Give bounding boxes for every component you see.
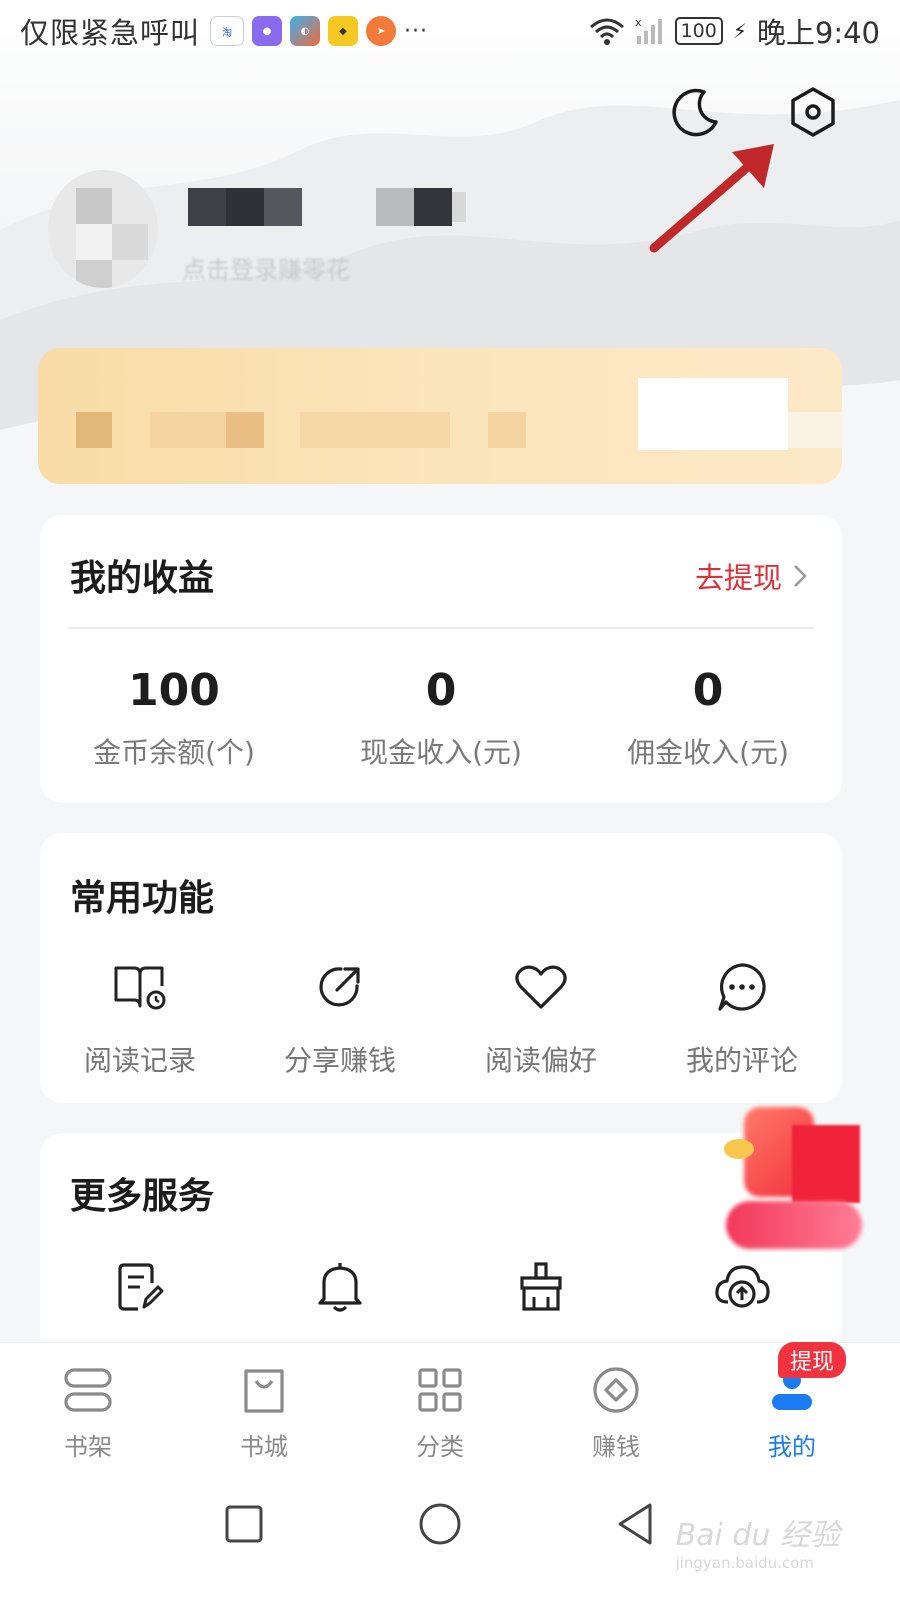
service-item[interactable]: [250, 1257, 430, 1317]
stat-value: 100: [128, 665, 220, 716]
notification-apps: 淘 ● ◐ ◆ ➤ ···: [210, 16, 428, 46]
profile-subtitle: 点击登录赚零花: [182, 256, 350, 284]
document-edit-icon: [118, 1263, 164, 1311]
func-label: 阅读偏好: [484, 1044, 597, 1077]
divider: [68, 627, 814, 629]
yellow-bird-app-icon: ◆: [328, 16, 359, 46]
chevron-right-icon: [794, 565, 807, 587]
nav-label: 书架: [64, 1433, 112, 1461]
stat-value: 0: [692, 665, 724, 716]
my-comments-button[interactable]: 我的评论: [652, 957, 832, 1079]
settings-hexagon-icon: [791, 87, 835, 137]
share-earn-button[interactable]: 分享赚钱: [250, 957, 430, 1079]
stat-label: 金币余额(个): [93, 736, 255, 769]
withdraw-label: 去提现: [694, 561, 782, 595]
stat-label: 现金收入(元): [360, 736, 522, 769]
circle-icon: [419, 1503, 461, 1545]
service-item[interactable]: [652, 1257, 832, 1317]
square-icon: [225, 1505, 263, 1543]
system-navigation-bar: Bai du 经验 jingyan.baidu.com: [0, 1472, 900, 1600]
heart-icon: [515, 965, 567, 1009]
purple-app-icon: ●: [252, 16, 283, 46]
taobao-app-icon: 淘: [210, 16, 245, 46]
withdraw-link[interactable]: 去提现: [695, 555, 808, 597]
nav-bookshelf[interactable]: 书架: [28, 1363, 148, 1462]
watermark-sub: jingyan.baidu.com: [675, 1554, 814, 1572]
username-pixelated[interactable]: [188, 188, 478, 228]
common-functions-card: 常用功能 阅读记录 分享赚钱 阅读偏好 我的评论: [40, 833, 842, 1103]
signal-icon: x: [635, 16, 662, 44]
category-grid-icon: [418, 1368, 462, 1412]
stat-cash[interactable]: 0 现金收入(元): [311, 665, 571, 771]
settings-button[interactable]: [785, 84, 841, 140]
watermark: Bai du 经验 jingyan.baidu.com: [676, 1510, 840, 1572]
watermark-main: Bai du 经验: [675, 1518, 840, 1553]
bookshelf-icon: [64, 1368, 112, 1412]
recent-apps-button[interactable]: [214, 1494, 274, 1554]
earn-coin-icon: [593, 1367, 639, 1413]
floating-red-packet[interactable]: [722, 1105, 864, 1253]
battery-indicator: 100: [674, 17, 723, 45]
wifi-icon: [589, 18, 624, 45]
earnings-title: 我的收益: [70, 558, 215, 599]
service-item[interactable]: [50, 1257, 230, 1317]
service-item[interactable]: [451, 1257, 631, 1317]
func-label: 我的评论: [685, 1044, 798, 1077]
func-label: 阅读记录: [83, 1044, 196, 1077]
more-services-title: 更多服务: [70, 1176, 215, 1217]
triangle-back-icon: [618, 1503, 652, 1545]
withdraw-badge: 提现: [778, 1342, 847, 1378]
cloud-upload-icon: [715, 1265, 770, 1308]
comment-icon: [718, 963, 766, 1011]
back-button[interactable]: [606, 1494, 666, 1554]
home-button[interactable]: [410, 1494, 470, 1554]
colorful-app-icon: ◐: [290, 16, 321, 46]
orange-app-icon: ➤: [366, 16, 397, 46]
avatar[interactable]: [48, 170, 158, 288]
bell-icon: [318, 1263, 362, 1312]
nav-category[interactable]: 分类: [380, 1363, 500, 1462]
status-bar: 仅限紧急呼叫 淘 ● ◐ ◆ ➤ ··· x 100 ⚡ 晚上9:40: [0, 0, 900, 62]
nav-label: 赚钱: [592, 1433, 640, 1461]
clock: 晚上9:40: [756, 16, 880, 50]
bottom-navigation: 书架 书城 分类 赚钱 我的: [0, 1342, 900, 1472]
earnings-card: 我的收益 去提现 100 金币余额(个) 0 现金收入(元) 0 佣金收入(元): [40, 515, 842, 803]
svg-text:x: x: [635, 16, 642, 29]
reading-history-button[interactable]: 阅读记录: [50, 957, 230, 1079]
clean-brush-icon: [520, 1262, 562, 1311]
nav-label: 我的: [768, 1433, 816, 1461]
reading-preference-button[interactable]: 阅读偏好: [451, 957, 631, 1079]
carrier-status: 仅限紧急呼叫: [20, 16, 201, 50]
annotation-arrow: [649, 144, 774, 253]
nav-bookstore[interactable]: 书城: [204, 1363, 324, 1462]
nav-label: 书城: [240, 1433, 288, 1461]
share-icon: [319, 967, 360, 1007]
more-notifications: ···: [404, 18, 428, 44]
book-history-icon: [114, 966, 166, 1010]
stat-label: 佣金收入(元): [627, 736, 789, 769]
charging-icon: ⚡: [732, 19, 747, 43]
stat-value: 0: [425, 665, 457, 716]
common-functions-title: 常用功能: [70, 878, 215, 919]
bookstore-bag-icon: [244, 1369, 284, 1413]
func-label: 分享赚钱: [283, 1044, 396, 1077]
stat-coins[interactable]: 100 金币余额(个): [44, 665, 304, 771]
vip-banner[interactable]: [38, 348, 842, 484]
nav-label: 分类: [416, 1433, 464, 1461]
nav-earn[interactable]: 赚钱: [556, 1363, 676, 1462]
stat-commission[interactable]: 0 佣金收入(元): [578, 665, 838, 771]
